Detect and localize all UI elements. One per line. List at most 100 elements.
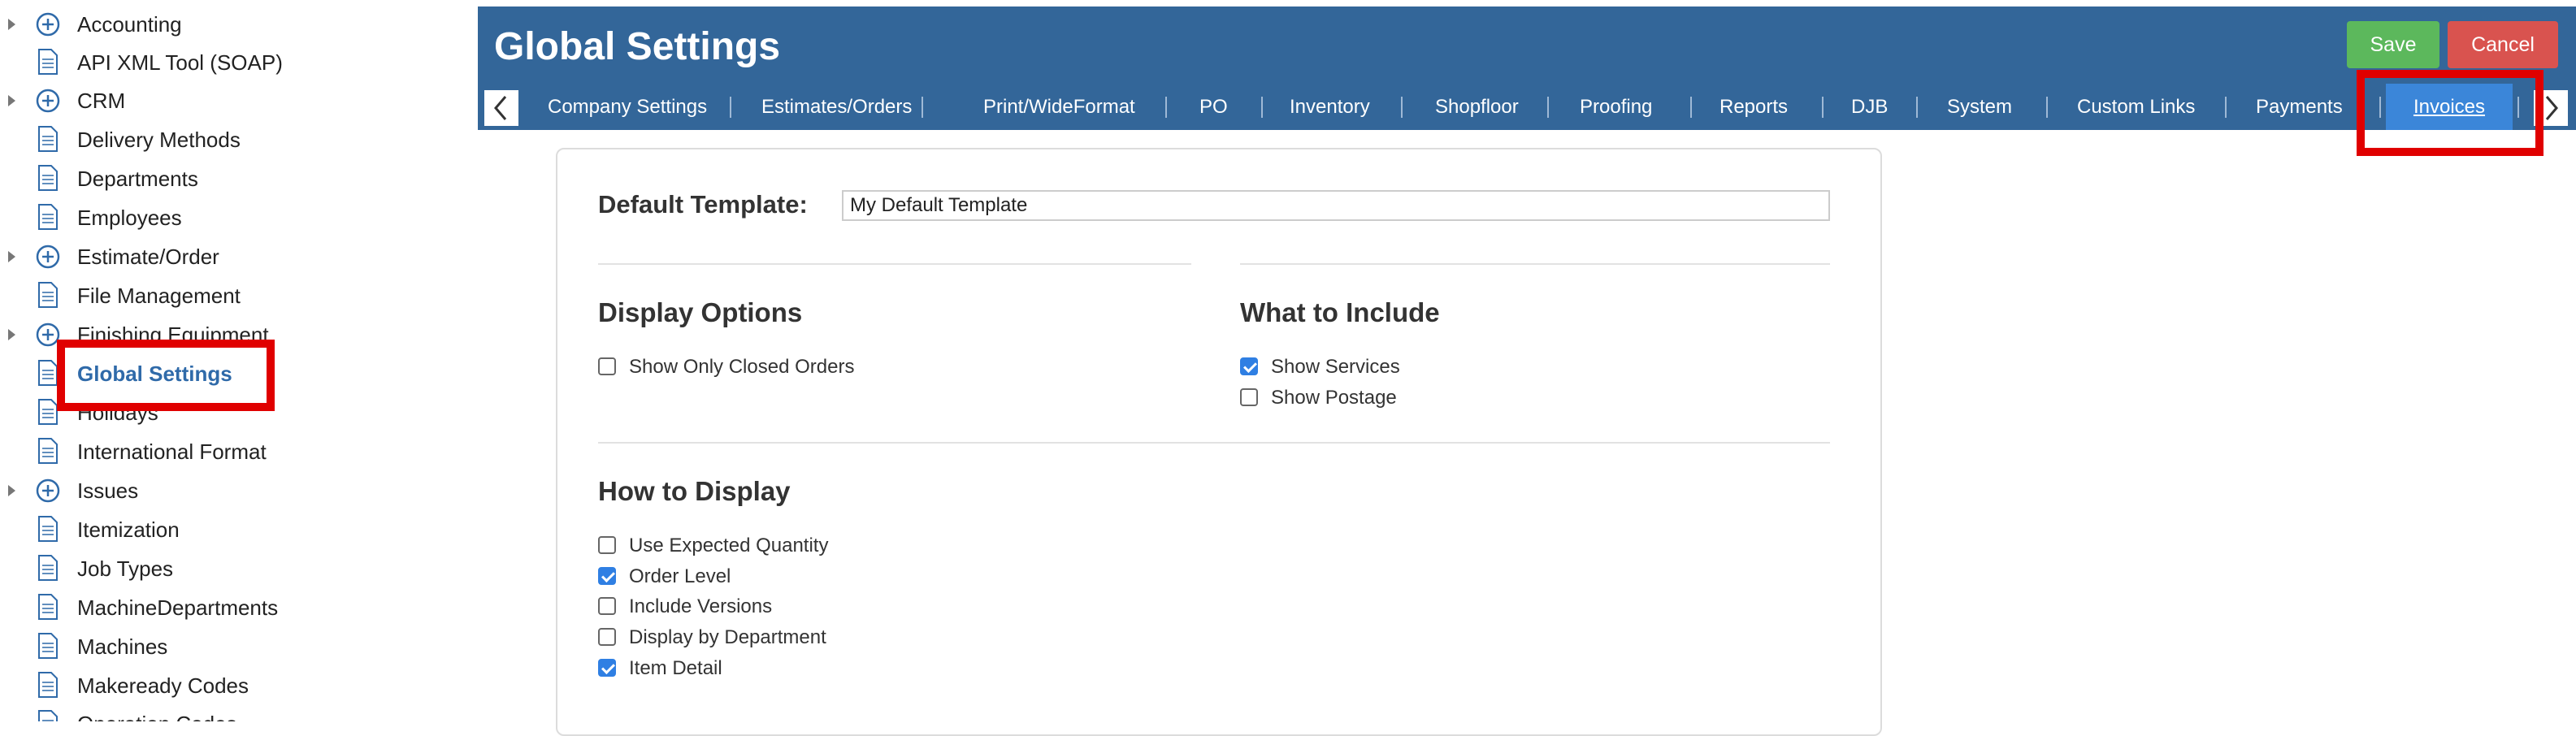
document-icon bbox=[38, 633, 58, 659]
tab-divider bbox=[2225, 97, 2227, 118]
tab-print-wideformat[interactable]: Print/WideFormat bbox=[983, 84, 1135, 130]
sidebar-item-label: Machines bbox=[77, 634, 168, 659]
highlight-box-global-settings bbox=[57, 340, 275, 411]
checkbox-label: Show Only Closed Orders bbox=[629, 356, 855, 378]
checkbox-label: Item Detail bbox=[629, 657, 722, 679]
tab-divider bbox=[2046, 97, 2048, 118]
expand-caret-icon[interactable] bbox=[8, 251, 15, 262]
divider bbox=[1240, 263, 1830, 265]
plus-circle-icon bbox=[36, 12, 60, 37]
sidebar-item-accounting[interactable]: Accounting bbox=[0, 4, 455, 43]
divider bbox=[598, 442, 1830, 444]
sidebar-item-label: Departments bbox=[77, 167, 198, 191]
sidebar-item-label: CRM bbox=[77, 89, 126, 113]
tab-djb[interactable]: DJB bbox=[1851, 84, 1888, 130]
plus-circle-icon bbox=[36, 478, 60, 503]
cancel-button[interactable]: Cancel bbox=[2448, 21, 2558, 68]
sidebar-item-issues[interactable]: Issues bbox=[0, 470, 455, 509]
display-options-title: Display Options bbox=[598, 297, 803, 327]
sidebar-item-international-format[interactable]: International Format bbox=[0, 431, 455, 470]
document-icon bbox=[38, 516, 58, 542]
divider bbox=[598, 263, 1191, 265]
expand-caret-icon[interactable] bbox=[8, 95, 15, 106]
highlight-box-invoices-tab bbox=[2357, 70, 2543, 156]
checkbox-label: Order Level bbox=[629, 565, 731, 587]
checkbox-label: Use Expected Quantity bbox=[629, 535, 829, 556]
sidebar-item-label: MachineDepartments bbox=[77, 595, 279, 620]
tab-inventory[interactable]: Inventory bbox=[1290, 84, 1370, 130]
default-template-label: Default Template: bbox=[598, 190, 808, 219]
checkbox-label: Show Postage bbox=[1271, 387, 1397, 409]
sidebar-item-label: International Format bbox=[77, 439, 267, 464]
document-icon bbox=[38, 49, 58, 75]
sidebar-item-label: Itemization bbox=[77, 517, 180, 542]
how-to-display-title: How to Display bbox=[598, 476, 791, 506]
checkbox[interactable] bbox=[598, 357, 616, 375]
tab-po[interactable]: PO bbox=[1199, 84, 1228, 130]
sidebar-item-crm[interactable]: CRM bbox=[0, 80, 455, 119]
document-icon bbox=[38, 360, 58, 386]
sidebar-item-label: API XML Tool (SOAP) bbox=[77, 50, 283, 75]
document-icon bbox=[38, 594, 58, 620]
sidebar-item-label: Job Types bbox=[77, 556, 174, 581]
sidebar-item-job-types[interactable]: Job Types bbox=[0, 548, 455, 587]
document-icon bbox=[38, 399, 58, 425]
document-icon bbox=[38, 710, 58, 721]
checkbox[interactable] bbox=[1240, 388, 1258, 406]
save-button[interactable]: Save bbox=[2347, 21, 2439, 68]
sidebar-item-label: Estimate/Order bbox=[77, 245, 219, 269]
page-title: Global Settings bbox=[494, 25, 781, 68]
sidebar-item-employees[interactable]: Employees bbox=[0, 197, 455, 236]
tab-shopfloor[interactable]: Shopfloor bbox=[1435, 84, 1519, 130]
document-icon bbox=[38, 438, 58, 464]
tab-scroll-left-button[interactable] bbox=[484, 90, 518, 126]
tab-divider bbox=[1547, 97, 1549, 118]
sidebar-item-label: Operation Codes bbox=[77, 712, 237, 721]
tab-estimates-orders[interactable]: Estimates/Orders bbox=[761, 84, 912, 130]
tab-divider bbox=[1165, 97, 1167, 118]
expand-caret-icon[interactable] bbox=[8, 329, 15, 340]
expand-caret-icon[interactable] bbox=[8, 485, 15, 496]
tab-payments[interactable]: Payments bbox=[2256, 84, 2343, 130]
sidebar-item-file-management[interactable]: File Management bbox=[0, 275, 455, 314]
invoice-settings-panel: Default Template: Display Options Show O… bbox=[556, 148, 1882, 736]
checkbox-checked[interactable] bbox=[1240, 357, 1258, 375]
sidebar-item-estimate-order[interactable]: Estimate/Order bbox=[0, 236, 455, 275]
tab-company-settings[interactable]: Company Settings bbox=[548, 84, 707, 130]
sidebar-item-delivery-methods[interactable]: Delivery Methods bbox=[0, 119, 455, 158]
checkbox[interactable] bbox=[598, 597, 616, 615]
default-template-input[interactable] bbox=[842, 190, 1830, 221]
sidebar-item-label: Delivery Methods bbox=[77, 128, 241, 152]
checkbox[interactable] bbox=[598, 628, 616, 646]
tab-system[interactable]: System bbox=[1947, 84, 2012, 130]
sidebar-item-label: File Management bbox=[77, 284, 241, 308]
checkbox-label: Show Services bbox=[1271, 356, 1400, 378]
tab-bar: Company Settings Estimates/Orders Print/… bbox=[478, 84, 2576, 130]
sidebar-item-operation-codes[interactable]: Operation Codes bbox=[0, 704, 455, 721]
expand-caret-icon[interactable] bbox=[8, 19, 15, 30]
tab-divider bbox=[1261, 97, 1263, 118]
what-to-include-title: What to Include bbox=[1240, 297, 1440, 327]
sidebar-item-machine-departments[interactable]: MachineDepartments bbox=[0, 587, 455, 626]
tab-reports[interactable]: Reports bbox=[1720, 84, 1788, 130]
sidebar-item-label: Employees bbox=[77, 206, 182, 230]
sidebar-item-machines[interactable]: Machines bbox=[0, 626, 455, 665]
checkbox[interactable] bbox=[598, 536, 616, 554]
sidebar-item-itemization[interactable]: Itemization bbox=[0, 509, 455, 548]
plus-circle-icon bbox=[36, 89, 60, 113]
sidebar-item-makeready-codes[interactable]: Makeready Codes bbox=[0, 665, 455, 704]
sidebar-item-api-xml-tool[interactable]: API XML Tool (SOAP) bbox=[0, 42, 455, 81]
checkbox-checked[interactable] bbox=[598, 567, 616, 585]
tab-custom-links[interactable]: Custom Links bbox=[2077, 84, 2195, 130]
document-icon bbox=[38, 555, 58, 581]
checkbox-label: Display by Department bbox=[629, 626, 826, 648]
document-icon bbox=[38, 126, 58, 152]
sidebar-item-departments[interactable]: Departments bbox=[0, 158, 455, 197]
chevron-left-icon bbox=[494, 96, 507, 120]
tab-proofing[interactable]: Proofing bbox=[1580, 84, 1652, 130]
document-icon bbox=[38, 165, 58, 191]
plus-circle-icon bbox=[36, 245, 60, 269]
tab-divider bbox=[1916, 97, 1918, 118]
checkbox-checked[interactable] bbox=[598, 659, 616, 677]
sidebar-item-label: Makeready Codes bbox=[77, 673, 249, 698]
